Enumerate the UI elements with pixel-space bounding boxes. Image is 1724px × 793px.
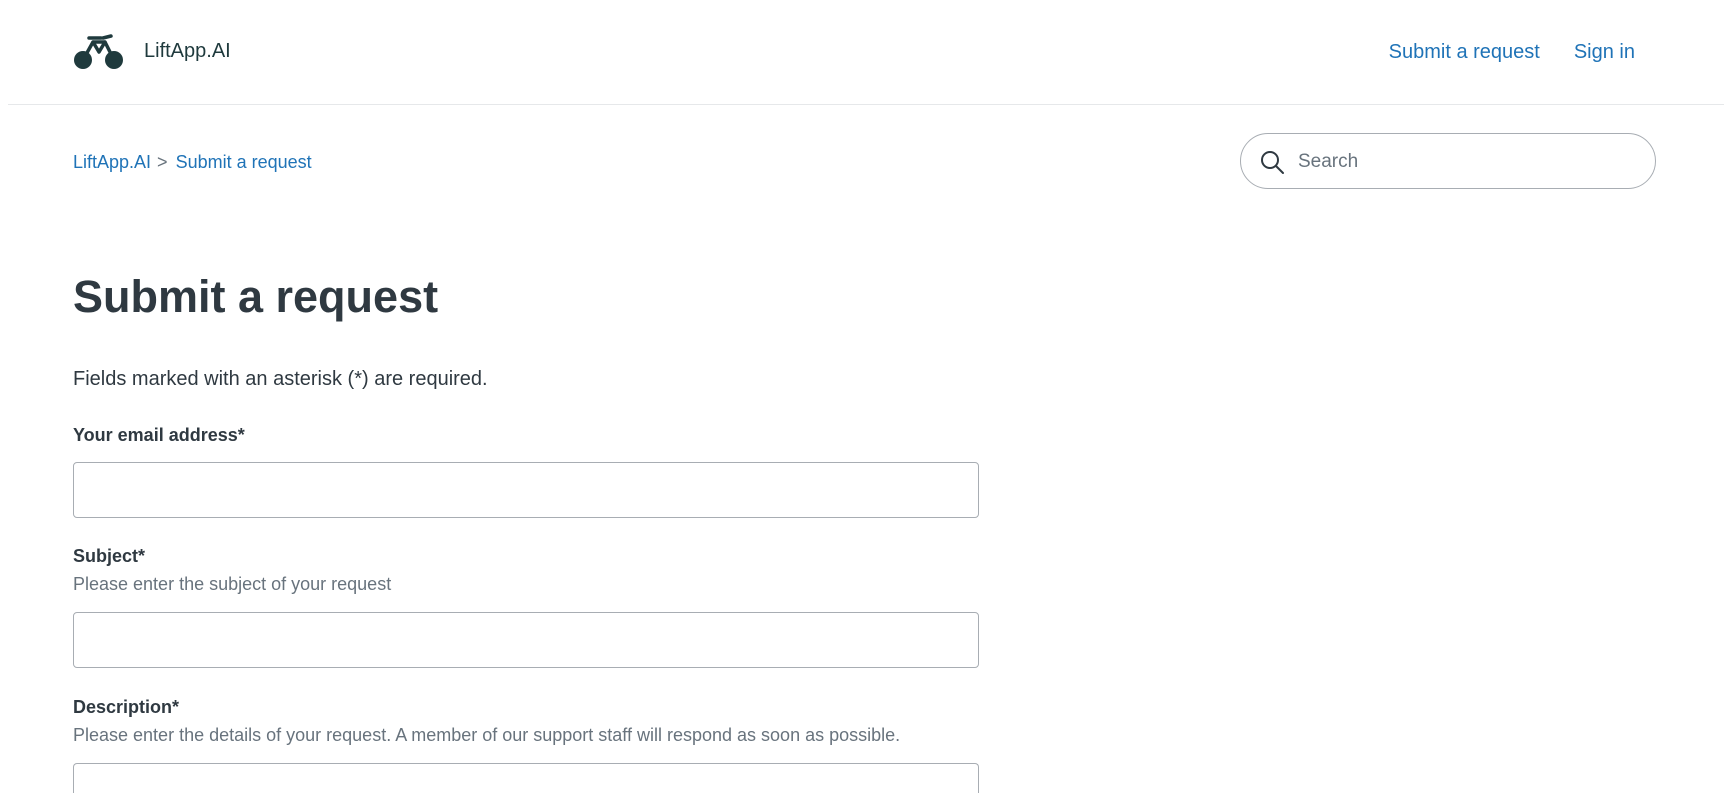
description-textarea[interactable] <box>73 763 979 793</box>
description-label: Description* <box>73 697 180 717</box>
brand-link[interactable]: LiftApp.AI <box>73 30 231 72</box>
search-box[interactable] <box>1240 133 1656 189</box>
description-hint: Please enter the details of your request… <box>73 725 901 745</box>
search-input[interactable] <box>1296 142 1640 182</box>
email-field[interactable] <box>73 462 979 518</box>
breadcrumb-current-link[interactable]: Submit a request <box>176 152 312 173</box>
page-title: Submit a request <box>73 271 439 322</box>
sub-navigation-bar: LiftApp.AI > Submit a request <box>73 133 1658 191</box>
site-header: LiftApp.AI Submit a request Sign in <box>8 0 1724 105</box>
breadcrumb-home-link[interactable]: LiftApp.AI <box>73 152 151 173</box>
subject-label: Subject* <box>73 546 146 566</box>
nav-sign-in-link[interactable]: Sign in <box>1574 41 1635 64</box>
breadcrumb: LiftApp.AI > Submit a request <box>73 152 312 173</box>
subject-field[interactable] <box>73 612 979 668</box>
nav-submit-request-link[interactable]: Submit a request <box>1389 41 1540 64</box>
search-icon <box>1261 151 1284 174</box>
breadcrumb-separator: > <box>157 152 168 172</box>
email-label: Your email address* <box>73 425 245 445</box>
top-nav: Submit a request Sign in <box>1389 41 1635 64</box>
required-fields-note: Fields marked with an asterisk (*) are r… <box>73 368 488 390</box>
brand-name: LiftApp.AI <box>144 39 231 62</box>
request-form: Submit a request Fields marked with an a… <box>73 270 1053 793</box>
bicycle-logo-icon <box>74 34 123 69</box>
subject-hint: Please enter the subject of your request <box>73 574 392 594</box>
